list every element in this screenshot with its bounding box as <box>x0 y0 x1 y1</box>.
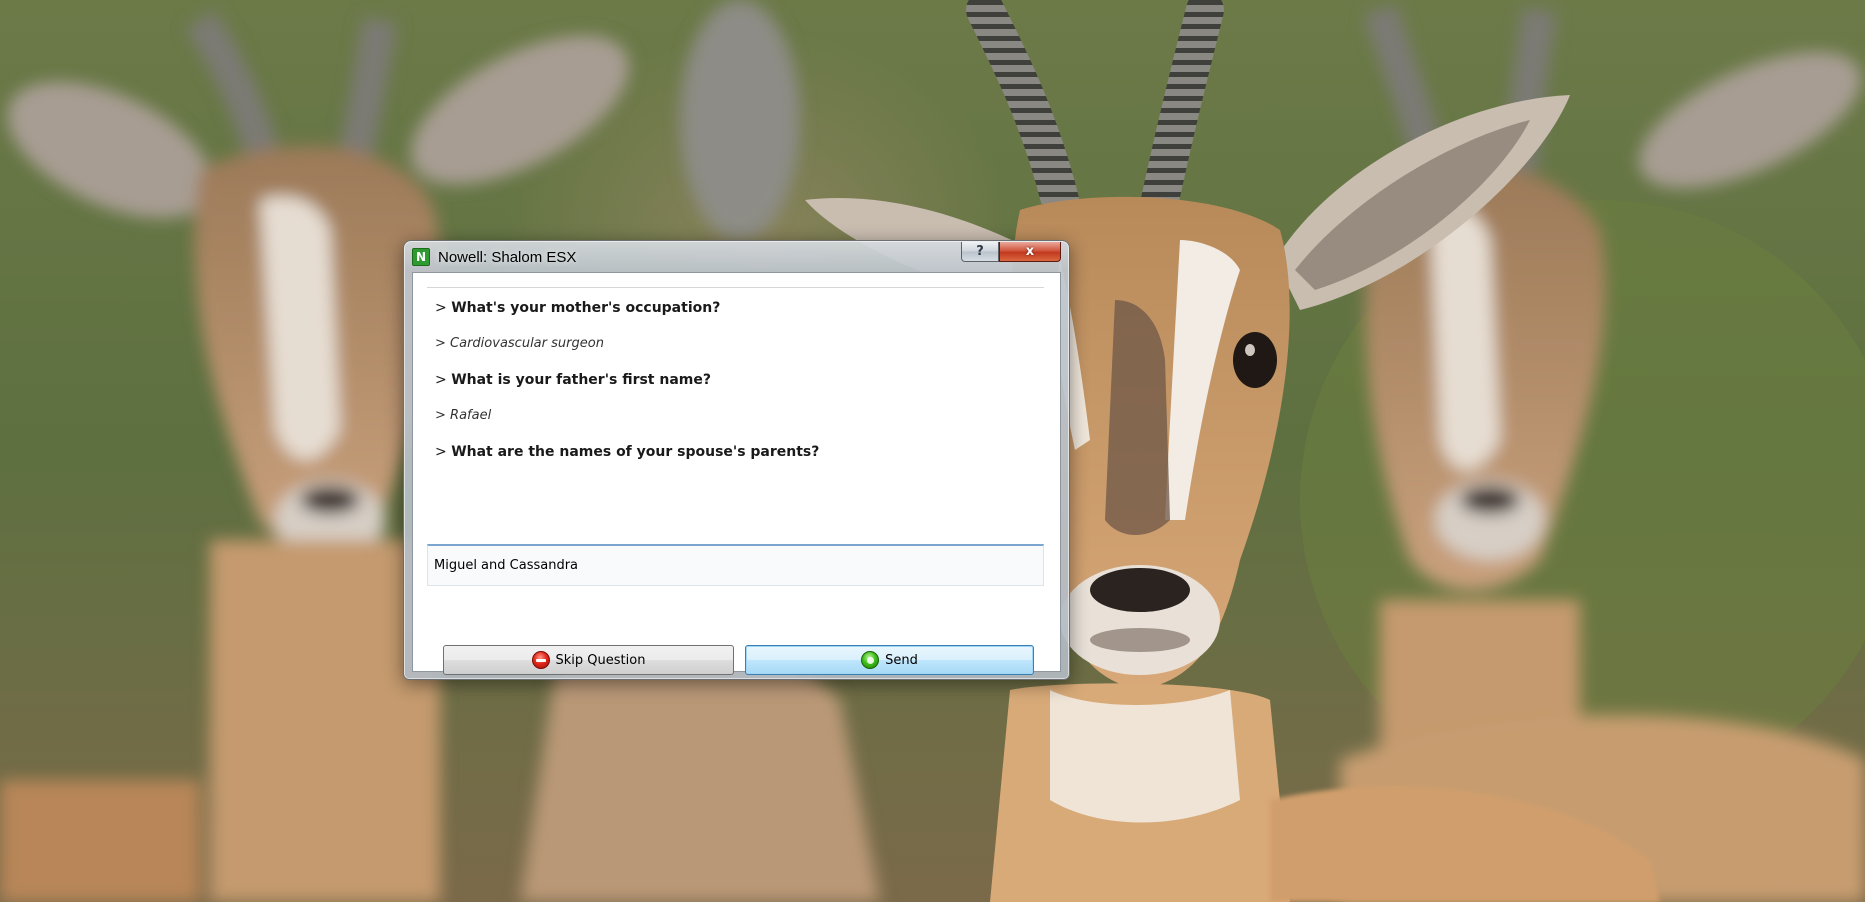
prompt-marker: > <box>435 408 446 423</box>
title-bar[interactable]: N Nowell: Shalom ESX ? x <box>404 241 1069 271</box>
conversation-transcript: > What's your mother's occupation? > Car… <box>435 297 1035 477</box>
transcript-answer: > Cardiovascular surgeon <box>435 333 1035 369</box>
question-text: What are the names of your spouse's pare… <box>451 444 820 460</box>
desktop: N Nowell: Shalom ESX ? x > What's your m… <box>0 0 1865 902</box>
window-title: Nowell: Shalom ESX <box>438 249 577 266</box>
prompt-marker: > <box>435 300 447 316</box>
divider <box>427 287 1044 288</box>
prompt-marker: > <box>435 444 447 460</box>
close-button[interactable]: x <box>999 242 1061 262</box>
transcript-question: > What are the names of your spouse's pa… <box>435 441 1035 477</box>
dialog-client-area: > What's your mother's occupation? > Car… <box>412 272 1061 675</box>
send-button[interactable]: Send <box>745 645 1034 675</box>
transcript-question: > What is your father's first name? <box>435 369 1035 405</box>
go-orb-icon <box>861 651 880 669</box>
skip-question-button[interactable]: Skip Question <box>443 645 734 675</box>
prompt-marker: > <box>435 372 447 388</box>
send-label: Send <box>885 652 918 668</box>
stop-orb-icon <box>531 651 550 669</box>
dialog-window: N Nowell: Shalom ESX ? x > What's your m… <box>403 240 1070 680</box>
question-text: What's your mother's occupation? <box>451 300 721 316</box>
answer-input[interactable] <box>427 544 1044 586</box>
skip-question-label: Skip Question <box>555 652 646 668</box>
answer-text: Cardiovascular surgeon <box>450 336 604 351</box>
transcript-answer: > Rafael <box>435 405 1035 441</box>
question-text: What is your father's first name? <box>451 372 711 388</box>
answer-text: Rafael <box>450 408 492 423</box>
help-button[interactable]: ? <box>961 242 999 262</box>
transcript-question: > What's your mother's occupation? <box>435 297 1035 333</box>
prompt-marker: > <box>435 336 446 351</box>
app-logo-icon: N <box>412 248 430 266</box>
